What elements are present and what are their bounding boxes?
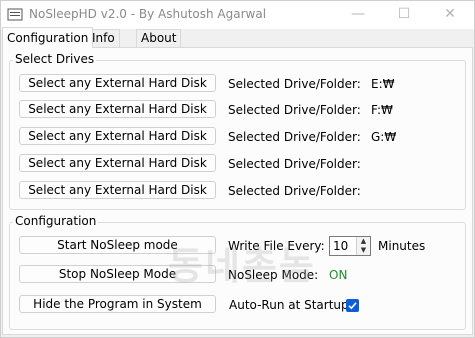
nosleep-mode-status: ON (329, 268, 348, 282)
app-window: NoSleepHD v2.0 - By Ashutosh Agarwal — ☐… (0, 0, 475, 338)
selected-drive-label-5: Selected Drive/Folder: (228, 184, 361, 198)
select-drive-button-4[interactable]: Select any External Hard Disk (19, 154, 216, 172)
checkmark-icon (348, 302, 357, 310)
configuration-group: Configuration Start NoSleep mode Write F… (9, 214, 466, 330)
minimize-button[interactable]: — (335, 1, 381, 29)
window-title: NoSleepHD v2.0 - By Ashutosh Agarwal (29, 7, 267, 21)
hide-program-button[interactable]: Hide the Program in System (19, 295, 216, 313)
select-drive-button-3[interactable]: Select any External Hard Disk (19, 127, 216, 145)
close-button[interactable]: ✕ (427, 1, 473, 29)
selected-drive-label-1: Selected Drive/Folder: (228, 77, 361, 91)
spinner-down-icon[interactable]: ▼ (356, 246, 370, 255)
selected-drive-value-3: G:₩ (371, 130, 397, 144)
selected-drive-label-4: Selected Drive/Folder: (228, 157, 361, 171)
selected-drive-label-3: Selected Drive/Folder: (228, 130, 361, 144)
select-drives-group: Select Drives Select any External Hard D… (9, 52, 466, 210)
selected-drive-label-2: Selected Drive/Folder: (228, 103, 361, 117)
select-drive-button-2[interactable]: Select any External Hard Disk (19, 100, 216, 118)
select-drive-button-5[interactable]: Select any External Hard Disk (19, 181, 216, 199)
tab-strip: Configuration Info About (1, 27, 474, 48)
configuration-panel: Select Drives Select any External Hard D… (2, 47, 473, 335)
selected-drive-value-2: F:₩ (371, 103, 393, 117)
write-file-label: Write File Every: (228, 239, 325, 253)
autorun-checkbox[interactable] (346, 299, 359, 312)
write-file-interval-input[interactable] (333, 238, 355, 254)
select-drives-group-label: Select Drives (13, 52, 97, 66)
app-icon (7, 8, 23, 21)
tab-configuration[interactable]: Configuration (2, 27, 94, 48)
stop-nosleep-button[interactable]: Stop NoSleep Mode (19, 265, 216, 283)
nosleep-mode-label: NoSleep Mode: (228, 268, 319, 282)
start-nosleep-button[interactable]: Start NoSleep mode (19, 236, 216, 254)
configuration-group-label: Configuration (13, 214, 99, 228)
autorun-label: Auto-Run at Startup (229, 298, 349, 312)
select-drive-button-1[interactable]: Select any External Hard Disk (19, 74, 216, 92)
minutes-label: Minutes (378, 239, 426, 253)
write-file-interval-spinner[interactable]: ▲ ▼ (329, 236, 371, 256)
selected-drive-value-1: E:₩ (371, 77, 395, 91)
maximize-button[interactable]: ☐ (381, 1, 427, 29)
tab-about[interactable]: About (136, 29, 182, 47)
title-bar: NoSleepHD v2.0 - By Ashutosh Agarwal — ☐… (1, 1, 474, 29)
